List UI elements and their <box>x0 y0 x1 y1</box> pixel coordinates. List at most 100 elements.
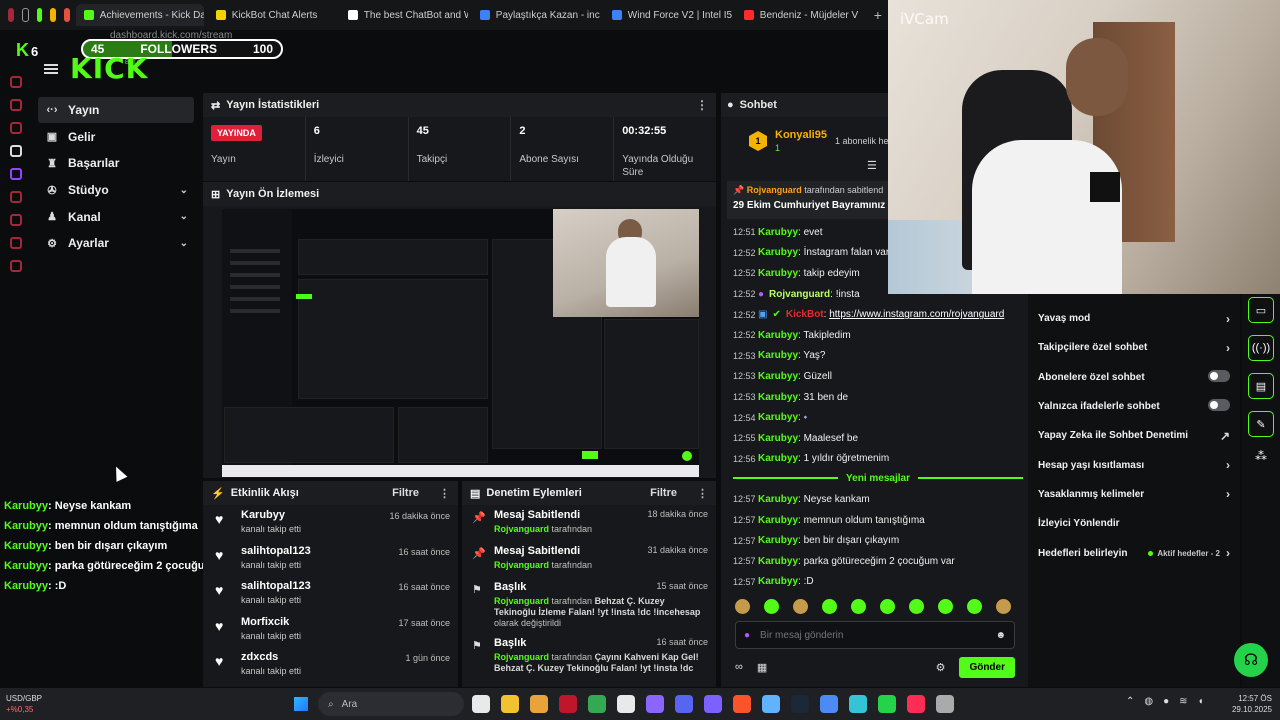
chat-username[interactable]: Rojvanguard <box>769 289 830 300</box>
windows-start-icon[interactable] <box>294 697 308 711</box>
taskbar-app-icon[interactable] <box>559 695 577 713</box>
browser-tab[interactable]: Bendeniz - Müjdeler V <box>736 4 864 26</box>
activity-filter-button[interactable]: Filtre <box>392 487 419 499</box>
chat-username[interactable]: Karubyy <box>758 412 798 423</box>
chat-setting-item[interactable]: İzleyici Yönlendir <box>1028 509 1240 538</box>
emote-icon[interactable] <box>851 599 866 614</box>
chat-message[interactable]: 12:55 Karubyy: Maalesef be <box>733 428 1023 449</box>
setting-toggle[interactable] <box>1208 399 1230 412</box>
chat-username[interactable]: Karubyy <box>758 350 798 361</box>
rail-kick-icon[interactable] <box>10 145 22 157</box>
stream-preview-video[interactable] <box>222 209 699 477</box>
store-icon[interactable]: ▦ <box>757 661 767 674</box>
setting-toggle[interactable] <box>1208 369 1230 382</box>
chat-message-input[interactable] <box>760 629 986 641</box>
emote-icon[interactable] <box>967 599 982 614</box>
activity-item[interactable]: ♥ salihtopal123 kanalı takip etti 16 saat ö… <box>203 541 458 577</box>
chat-input-box[interactable]: ● ☻ <box>735 621 1015 649</box>
taskbar-app-icon[interactable] <box>762 695 780 713</box>
rail-history-icon[interactable] <box>10 237 22 249</box>
activity-item[interactable]: ♥ Karubyy kanalı takip etti 16 dakika önce <box>203 505 458 541</box>
rail-clock-icon[interactable] <box>10 214 22 226</box>
chat-setting-item[interactable]: Yavaş mod › <box>1028 304 1240 333</box>
chat-setting-item[interactable]: Yasaklanmış kelimeler › <box>1028 480 1240 509</box>
taskbar-app-icon[interactable] <box>588 695 606 713</box>
taskbar-search[interactable]: ⌕ Ara <box>318 692 464 716</box>
browser-profile-icon[interactable] <box>8 8 14 22</box>
chat-text[interactable]: https://www.instagram.com/rojvanguard <box>829 309 1004 320</box>
sidebar-item-yayin[interactable]: ‹·› Yayın <box>38 97 194 123</box>
taskbar-app-icon[interactable] <box>878 695 896 713</box>
taskbar-app-icon[interactable] <box>646 695 664 713</box>
chat-setting-item[interactable]: Hedefleri belirleyin Aktif hedefler - 2 › <box>1028 538 1240 567</box>
taskbar-app-icon[interactable] <box>704 695 722 713</box>
layout-tool-icon[interactable]: ▤ <box>1248 373 1274 399</box>
chat-username[interactable]: Karubyy <box>758 576 798 587</box>
new-tab-button[interactable]: + <box>868 7 888 23</box>
rail-settings-icon[interactable] <box>10 260 22 272</box>
sidebar-item-ayarlar[interactable]: ⚙ Ayarlar ⌄ <box>38 230 194 256</box>
taskbar-app-icon[interactable] <box>675 695 693 713</box>
chat-message[interactable]: 12:57 Karubyy: :D <box>733 572 1023 593</box>
taskbar-app-icon[interactable] <box>820 695 838 713</box>
sidebar-item-basarilar[interactable]: ♜ Başarılar <box>38 150 194 176</box>
pinned-tab-3[interactable] <box>64 8 70 22</box>
chat-username[interactable]: Karubyy <box>758 247 798 258</box>
browser-tab[interactable]: Achievements - Kick Das <box>75 4 204 26</box>
chat-username[interactable]: Karubyy <box>758 453 798 464</box>
emote-icon[interactable] <box>793 599 808 614</box>
moderation-item[interactable]: ⚑ Başlık 16 saat önce Rojvanguard tarafında… <box>462 633 716 689</box>
broadcast-tool-icon[interactable]: ((·)) <box>1248 335 1274 361</box>
menu-icon[interactable] <box>44 64 58 74</box>
chat-setting-item[interactable]: Takipçilere özel sohbet › <box>1028 333 1240 362</box>
chevron-up-icon[interactable]: ⌃ <box>1126 696 1134 707</box>
activity-item[interactable]: ♥ salihtopal123 kanalı takip etti 16 saat ö… <box>203 576 458 612</box>
chat-username[interactable]: Karubyy <box>758 556 798 567</box>
chat-message[interactable]: 12:54 Karubyy: ⬩ <box>733 407 1023 428</box>
chat-setting-item[interactable]: Yapay Zeka ile Sohbet Denetimi ↗ <box>1028 421 1240 450</box>
taskbar-app-icon[interactable] <box>936 695 954 713</box>
browser-tab[interactable]: Paylaştıkça Kazan - ince <box>472 4 600 26</box>
emote-icon[interactable] <box>909 599 924 614</box>
rail-record-icon[interactable] <box>10 191 22 203</box>
emote-icon[interactable] <box>996 599 1011 614</box>
chat-setting-item[interactable]: Abonelere özel sohbet <box>1028 363 1240 392</box>
chat-message[interactable]: 12:53 Karubyy: Yaş? <box>733 346 1023 367</box>
activity-item[interactable]: ♥ Morfixcik kanalı takip etti 17 saat önce <box>203 612 458 648</box>
chat-message[interactable]: 12:52 Karubyy: Takipledim <box>733 325 1023 346</box>
chat-username[interactable]: Karubyy <box>758 330 798 341</box>
taskbar-app-icon[interactable] <box>791 695 809 713</box>
browser-tab[interactable]: The best ChatBot and W <box>340 4 468 26</box>
browser-tab[interactable]: KickBot Chat Alerts <box>208 4 336 26</box>
activity-item[interactable]: ♥ zdxcds kanalı takip etti 1 gün önce <box>203 647 458 683</box>
chat-setting-item[interactable]: Hesap yaşı kısıtlaması › <box>1028 450 1240 479</box>
chat-username[interactable]: Karubyy <box>758 515 798 526</box>
emote-icon[interactable] <box>938 599 953 614</box>
sidebar-item-gelir[interactable]: ▣ Gelir <box>38 124 194 150</box>
moderation-item[interactable]: ⚑ Başlık 15 saat önce Rojvanguard tarafında… <box>462 577 716 633</box>
chat-username[interactable]: Karubyy <box>758 494 798 505</box>
chat-username[interactable]: Karubyy <box>758 433 798 444</box>
mic-icon[interactable]: ● <box>744 630 750 641</box>
emoji-icon[interactable]: ☻ <box>995 630 1006 641</box>
browser-workspace-icon[interactable] <box>21 8 29 22</box>
wifi-icon[interactable]: ≋ <box>1179 696 1187 707</box>
stock-ticker-widget[interactable]: USD/GBP +%0,35 <box>6 693 42 715</box>
wrench-tool-icon[interactable]: ✎ <box>1248 411 1274 437</box>
taskbar-app-icon[interactable] <box>849 695 867 713</box>
taskbar-clock[interactable]: 12:57 ÖS 29.10.2025 <box>1228 693 1272 715</box>
emote-icon[interactable] <box>880 599 895 614</box>
chat-filter-icon[interactable]: ☰ <box>867 159 877 172</box>
chat-message[interactable]: 12:53 Karubyy: 31 ben de <box>733 387 1023 408</box>
gear-icon[interactable]: ⚙ <box>936 661 946 674</box>
more-options-icon[interactable]: ⋮ <box>697 487 708 500</box>
group-icon[interactable]: ⁂ <box>1248 449 1274 469</box>
sidebar-item-kanal[interactable]: ♟ Kanal ⌄ <box>38 204 194 230</box>
sidebar-item-studyo[interactable]: ✇ Stüdyo ⌄ <box>38 177 194 203</box>
taskbar-app-icon[interactable] <box>501 695 519 713</box>
points-icon[interactable]: ∞ <box>735 661 743 673</box>
chat-message[interactable]: 12:57 Karubyy: Neyse kankam <box>733 489 1023 510</box>
chat-username[interactable]: Karubyy <box>758 227 798 238</box>
kick-pinned-tab[interactable] <box>36 8 43 22</box>
taskbar-app-icon[interactable] <box>472 695 490 713</box>
